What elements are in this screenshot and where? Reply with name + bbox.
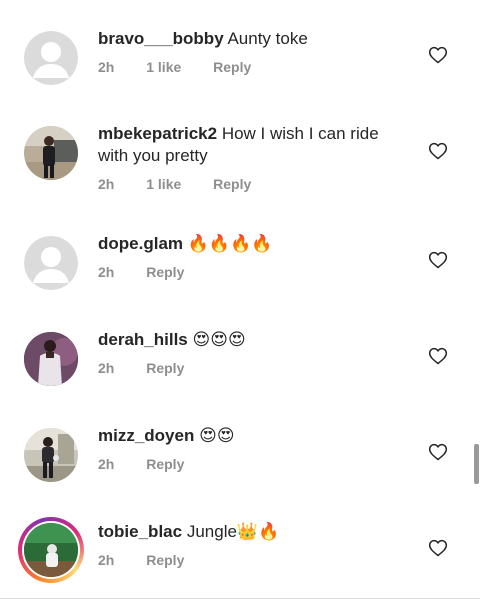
profile-photo-icon bbox=[24, 332, 78, 386]
comment-likes[interactable]: 1 like bbox=[146, 176, 181, 192]
reply-button[interactable]: Reply bbox=[146, 552, 184, 568]
comment-body: mizz_doyen 😍😍 bbox=[98, 425, 408, 447]
comment-meta: 2h 1 like Reply bbox=[98, 59, 279, 75]
comment-meta: 2h Reply bbox=[98, 264, 212, 280]
profile-photo-icon bbox=[24, 523, 78, 577]
comment-body: dope.glam 🔥🔥🔥🔥 bbox=[98, 233, 408, 255]
comments-list: bravo___bobby Aunty toke 2h 1 like Reply bbox=[0, 0, 480, 601]
comment-text: 😍😍😍 bbox=[192, 330, 246, 349]
comment-text: 😍😍 bbox=[199, 426, 235, 445]
comment-meta: 2h Reply bbox=[98, 360, 212, 376]
comment-username[interactable]: mizz_doyen bbox=[98, 426, 194, 445]
like-heart-icon[interactable] bbox=[428, 538, 448, 558]
comment-meta: 2h 1 like Reply bbox=[98, 176, 279, 192]
comment-username[interactable]: mbekepatrick2 bbox=[98, 124, 217, 143]
like-heart-icon[interactable] bbox=[428, 141, 448, 161]
like-heart-icon[interactable] bbox=[428, 250, 448, 270]
avatar[interactable] bbox=[24, 126, 78, 180]
comment-meta: 2h Reply bbox=[98, 456, 212, 472]
scrollbar-thumb[interactable] bbox=[474, 444, 479, 484]
comment-time: 2h bbox=[98, 552, 115, 568]
story-ring-avatar[interactable] bbox=[18, 517, 84, 583]
avatar[interactable] bbox=[24, 31, 78, 85]
reply-button[interactable]: Reply bbox=[146, 456, 184, 472]
avatar[interactable] bbox=[24, 332, 78, 386]
comment-body: mbekepatrick2 How I wish I can ride with… bbox=[98, 123, 408, 167]
comment-body: bravo___bobby Aunty toke bbox=[98, 28, 408, 50]
comment-time: 2h bbox=[98, 456, 115, 472]
comment-body: derah_hills 😍😍😍 bbox=[98, 329, 408, 351]
comment-text: 🔥🔥🔥🔥 bbox=[187, 234, 273, 253]
reply-button[interactable]: Reply bbox=[146, 264, 184, 280]
comment-username[interactable]: dope.glam bbox=[98, 234, 183, 253]
reply-button[interactable]: Reply bbox=[146, 360, 184, 376]
comment-text: Jungle👑🔥 bbox=[186, 522, 280, 541]
comment-meta: 2h Reply bbox=[98, 552, 212, 568]
reply-button[interactable]: Reply bbox=[213, 59, 251, 75]
comment-username[interactable]: derah_hills bbox=[98, 330, 188, 349]
avatar[interactable] bbox=[24, 428, 78, 482]
default-avatar-icon bbox=[24, 31, 78, 85]
profile-photo-icon bbox=[24, 126, 78, 180]
profile-photo-icon bbox=[24, 428, 78, 482]
comment-time: 2h bbox=[98, 59, 115, 75]
comment-body: tobie_blac Jungle👑🔥 bbox=[98, 521, 408, 543]
like-heart-icon[interactable] bbox=[428, 442, 448, 462]
reply-button[interactable]: Reply bbox=[213, 176, 251, 192]
comment-likes[interactable]: 1 like bbox=[146, 59, 181, 75]
default-avatar-icon bbox=[24, 236, 78, 290]
like-heart-icon[interactable] bbox=[428, 346, 448, 366]
like-heart-icon[interactable] bbox=[428, 45, 448, 65]
avatar[interactable] bbox=[24, 236, 78, 290]
divider bbox=[0, 598, 480, 599]
comment-username[interactable]: tobie_blac bbox=[98, 522, 182, 541]
comment-text: Aunty toke bbox=[227, 29, 308, 48]
comment-username[interactable]: bravo___bobby bbox=[98, 29, 224, 48]
comment-time: 2h bbox=[98, 264, 115, 280]
comment-time: 2h bbox=[98, 176, 115, 192]
comment-time: 2h bbox=[98, 360, 115, 376]
